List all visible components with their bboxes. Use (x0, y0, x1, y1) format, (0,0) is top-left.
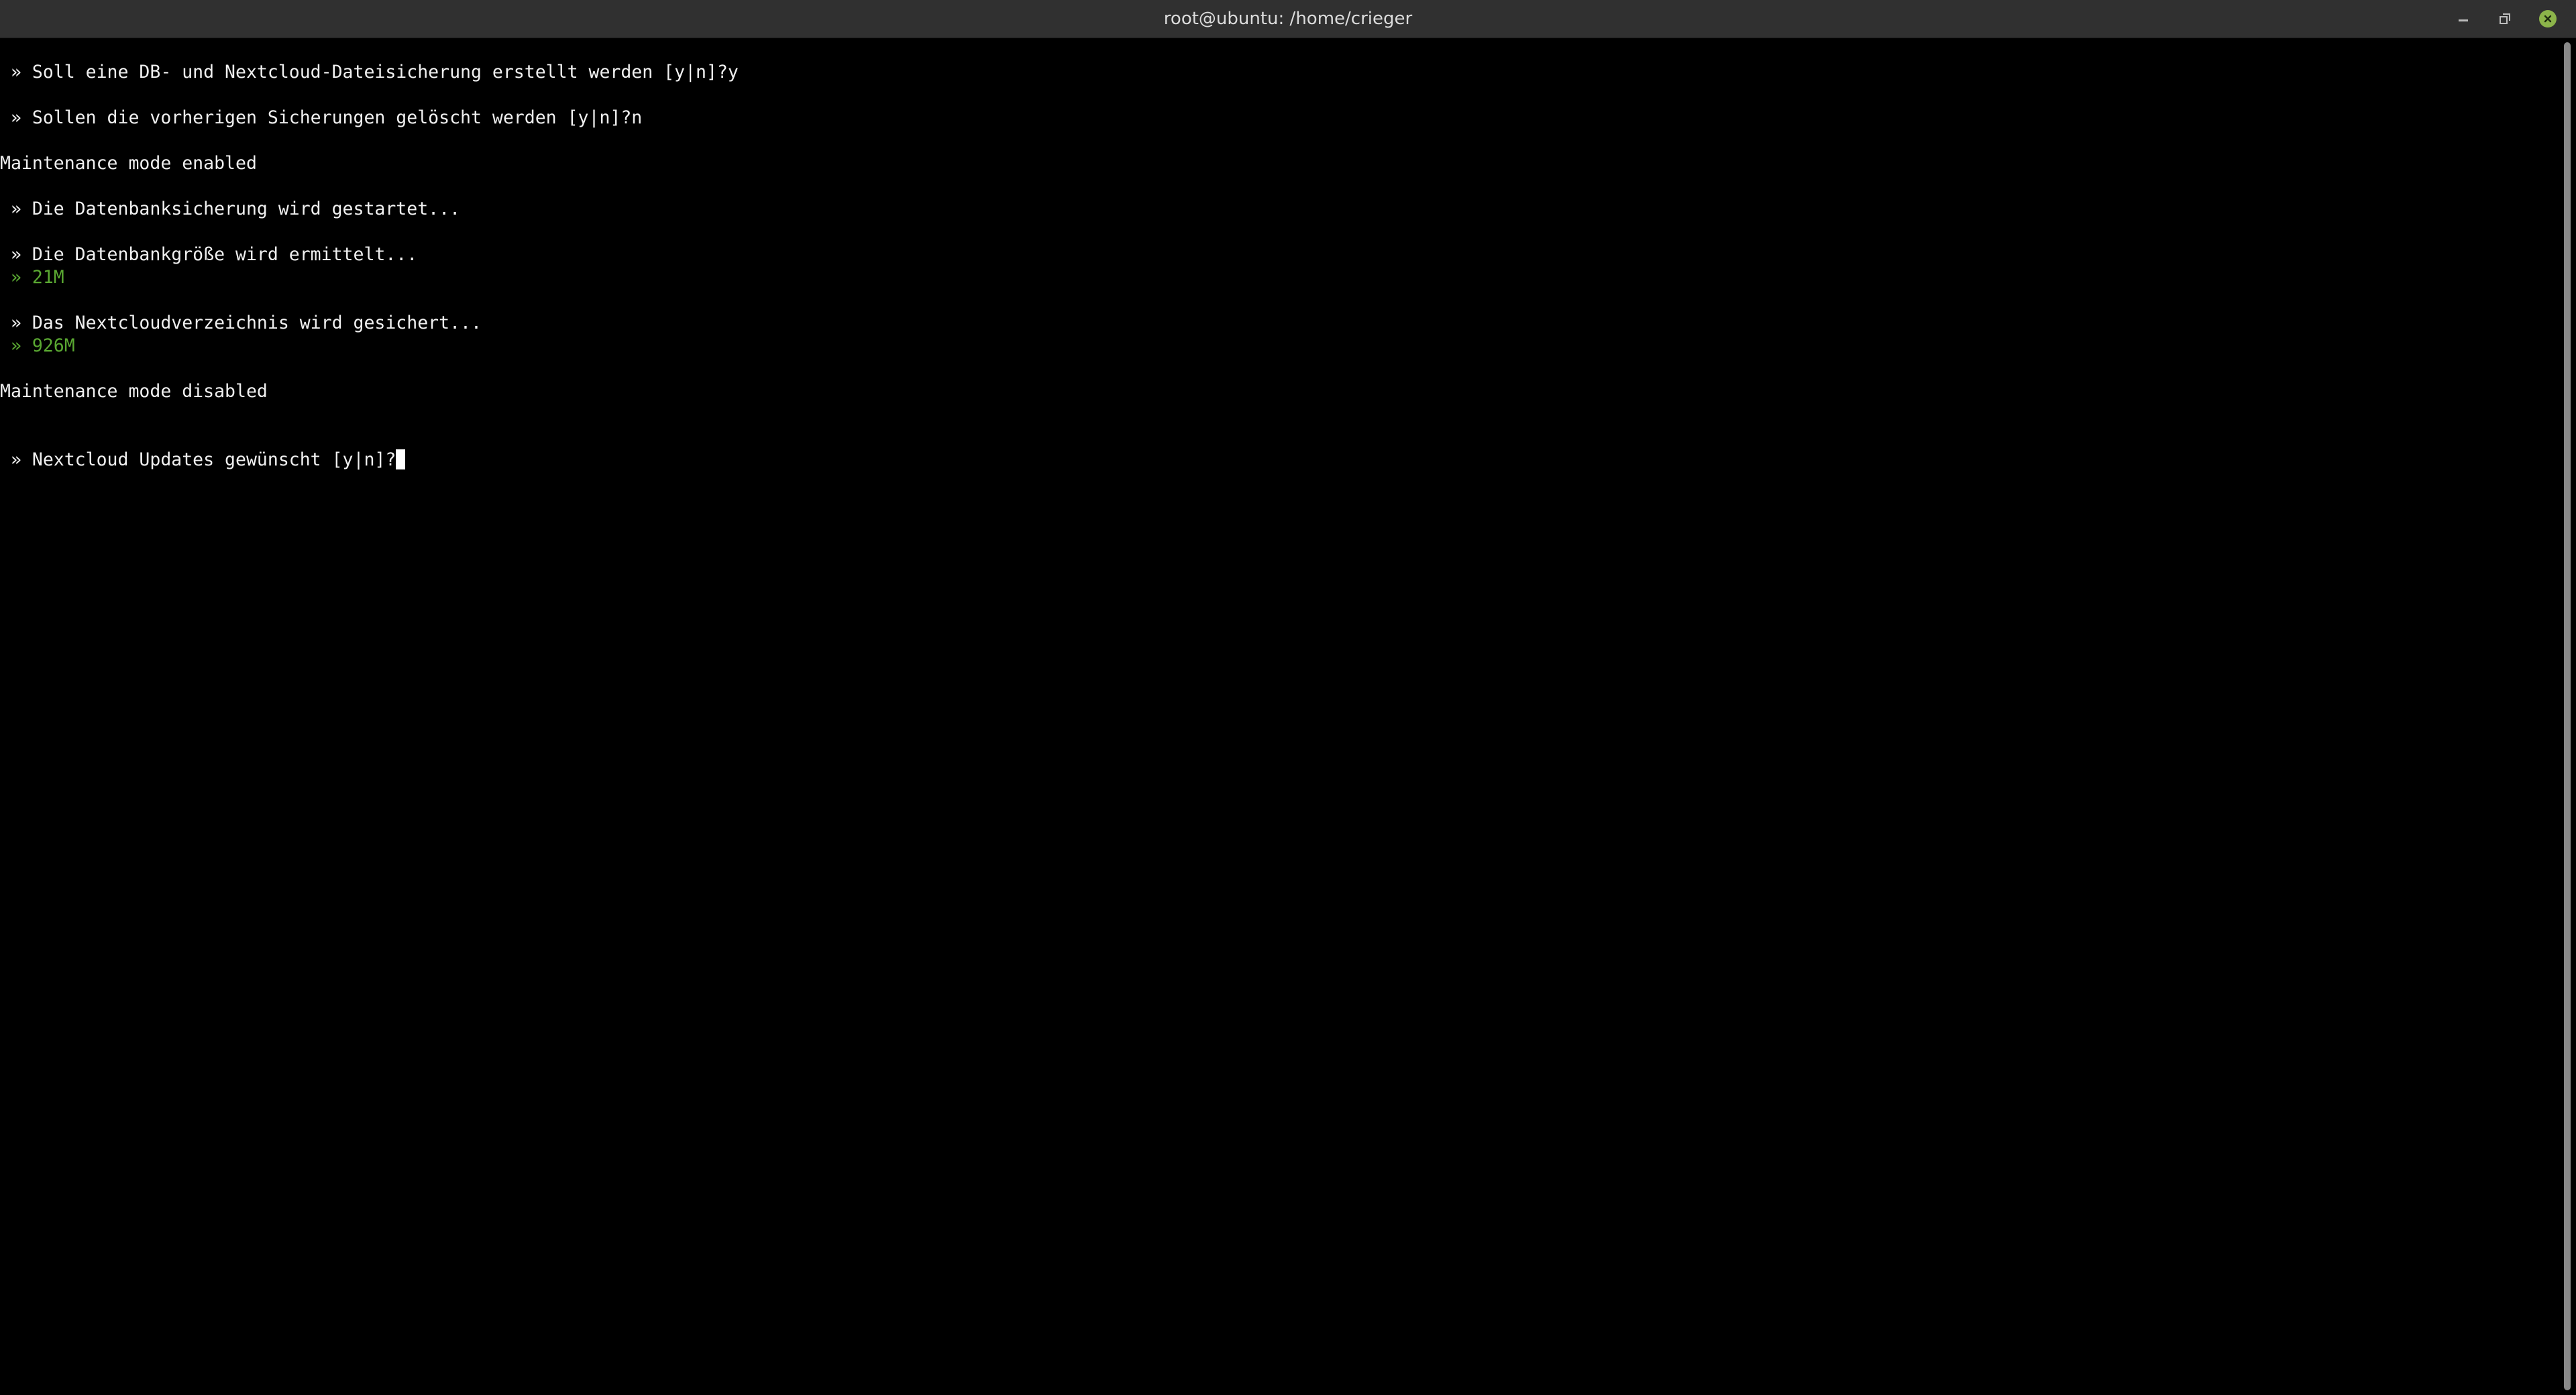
terminal-prompt-line[interactable]: » Nextcloud Updates gewünscht [y|n]? (0, 449, 406, 471)
minimize-icon (2459, 19, 2468, 21)
terminal-line: » Sollen die vorherigen Sicherungen gelö… (0, 107, 643, 128)
terminal-line-size-result: » 21M (0, 267, 64, 288)
scrollbar-thumb[interactable] (2564, 42, 2571, 1390)
terminal-line: Maintenance mode disabled (0, 381, 268, 402)
terminal-line-size-result: » 926M (0, 335, 75, 356)
restore-button[interactable] (2494, 8, 2516, 30)
title-bar[interactable]: root@ubuntu: /home/crieger (0, 0, 2576, 38)
close-icon (2539, 10, 2557, 27)
terminal-line: » Die Datenbanksicherung wird gestartet.… (0, 199, 461, 219)
terminal-output[interactable]: » Soll eine DB- und Nextcloud-Dateisiche… (0, 38, 2559, 1395)
text-cursor (396, 449, 406, 469)
terminal-line: Maintenance mode enabled (0, 153, 257, 174)
window-title: root@ubuntu: /home/crieger (1163, 9, 1413, 29)
minimize-button[interactable] (2453, 8, 2474, 30)
terminal-line: » Soll eine DB- und Nextcloud-Dateisiche… (0, 62, 739, 82)
terminal-line: » Das Nextcloudverzeichnis wird gesicher… (0, 313, 482, 333)
terminal-line: » Die Datenbankgröße wird ermittelt... (0, 244, 418, 265)
close-button[interactable] (2537, 8, 2559, 30)
terminal-window: root@ubuntu: /home/crieger » Soll eine D… (0, 0, 2576, 1395)
vertical-scrollbar[interactable] (2559, 38, 2576, 1395)
restore-icon (2500, 13, 2510, 24)
